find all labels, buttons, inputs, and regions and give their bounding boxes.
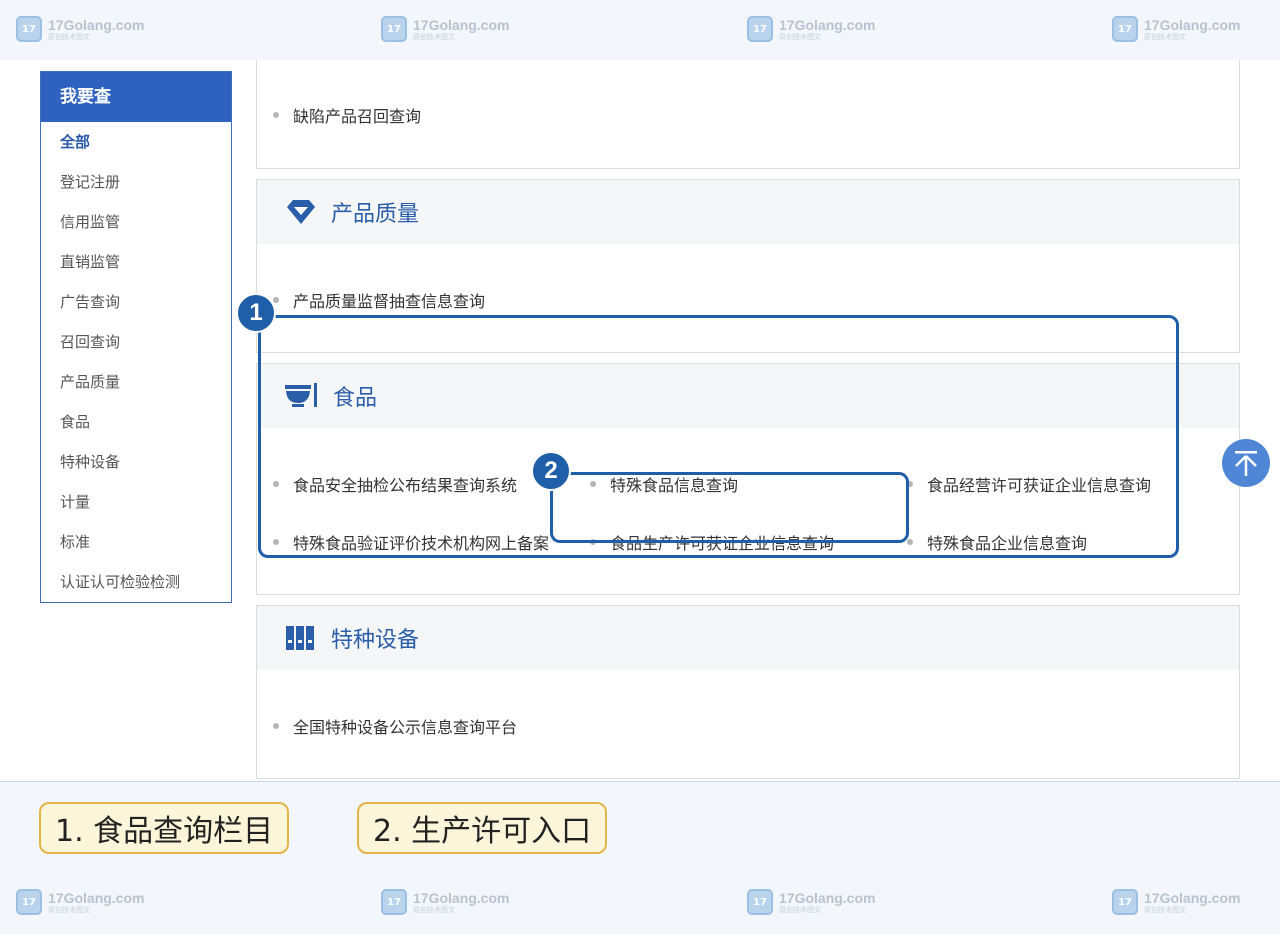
- sidebar-item-recall[interactable]: 召回查询: [41, 322, 231, 362]
- arrow-up-icon: [1235, 451, 1257, 476]
- watermark: 17 17Golang.com 原创技术图文: [747, 16, 875, 42]
- caption-food-section: 1. 食品查询栏目: [39, 802, 290, 854]
- sidebar-title: 我要查: [41, 72, 231, 122]
- bullet-icon: [273, 112, 279, 118]
- sidebar-item-metrology[interactable]: 计量: [41, 482, 231, 522]
- watermark: 17 17Golang.com 原创技术图文: [1112, 889, 1240, 915]
- bullet-icon: [273, 723, 279, 729]
- watermark: 17 17Golang.com 原创技术图文: [381, 16, 509, 42]
- equipment-panel-title: 特种设备: [331, 628, 420, 653]
- equipment-panel: 特种设备 全国特种设备公示信息查询平台: [256, 605, 1240, 779]
- quality-panel: 产品质量 产品质量监督抽查信息查询: [256, 179, 1240, 353]
- bullet-icon: [907, 481, 913, 487]
- link-food-business-license[interactable]: 食品经营许可获证企业信息查询: [907, 472, 1151, 496]
- watermark: 17 17Golang.com 原创技术图文: [1112, 16, 1240, 42]
- watermark-bar-top: 17 17Golang.com 原创技术图文 17 17Golang.com 原创技…: [0, 0, 1280, 60]
- back-to-top-button[interactable]: [1222, 439, 1270, 487]
- watermark-logo-icon: 17: [381, 16, 407, 42]
- watermark: 17 17Golang.com 原创技术图文: [747, 889, 875, 915]
- link-special-food-enterprise[interactable]: 特殊食品企业信息查询: [907, 530, 1087, 554]
- caption-area: 1. 食品查询栏目 2. 生产许可入口 17 17Golang.com 原创技术图…: [0, 781, 1280, 934]
- recall-panel: 缺陷产品召回查询: [256, 60, 1240, 169]
- link-food-safety-sampling[interactable]: 食品安全抽检公布结果查询系统: [273, 472, 517, 496]
- watermark-logo-icon: 17: [1112, 16, 1138, 42]
- food-panel-title: 食品: [333, 386, 378, 411]
- watermark-logo-icon: 17: [747, 16, 773, 42]
- link-quality-inspection[interactable]: 产品质量监督抽查信息查询: [273, 288, 485, 312]
- bullet-icon: [273, 297, 279, 303]
- category-sidebar: 我要查 全部 登记注册 信用监管 直销监管 广告查询 召回查询 产品质量 食品 …: [40, 71, 232, 603]
- food-panel-header: 食品: [257, 364, 1239, 428]
- bullet-icon: [907, 539, 913, 545]
- annotation-badge-2: 2: [531, 451, 571, 491]
- watermark-logo-icon: 17: [747, 889, 773, 915]
- watermark-logo-icon: 17: [16, 16, 42, 42]
- sidebar-item-quality[interactable]: 产品质量: [41, 362, 231, 402]
- link-equipment-public-info[interactable]: 全国特种设备公示信息查询平台: [273, 714, 517, 738]
- binder-icon: [286, 626, 314, 650]
- sidebar-item-ads[interactable]: 广告查询: [41, 282, 231, 322]
- bowl-icon: [285, 383, 317, 407]
- sidebar-list: 全部 登记注册 信用监管 直销监管 广告查询 召回查询 产品质量 食品 特种设备…: [41, 122, 231, 602]
- sidebar-item-certification[interactable]: 认证认可检验检测: [41, 562, 231, 602]
- bullet-icon: [590, 539, 596, 545]
- watermark-logo-icon: 17: [381, 889, 407, 915]
- bullet-icon: [273, 481, 279, 487]
- food-panel: 食品 食品安全抽检公布结果查询系统 特殊食品信息查询 食品经营许可获证企业信息查…: [256, 363, 1240, 595]
- link-special-food-info[interactable]: 特殊食品信息查询: [590, 472, 738, 496]
- equipment-panel-header: 特种设备: [257, 606, 1239, 670]
- link-special-food-institution[interactable]: 特殊食品验证评价技术机构网上备案: [273, 530, 549, 554]
- watermark: 17 17Golang.com 原创技术图文: [16, 16, 144, 42]
- annotation-badge-1: 1: [236, 293, 276, 333]
- caption-production-license: 2. 生产许可入口: [357, 802, 608, 854]
- sidebar-item-food[interactable]: 食品: [41, 402, 231, 442]
- link-defect-recall[interactable]: 缺陷产品召回查询: [273, 103, 421, 127]
- sidebar-item-standards[interactable]: 标准: [41, 522, 231, 562]
- sidebar-item-credit[interactable]: 信用监管: [41, 202, 231, 242]
- quality-panel-title: 产品质量: [331, 202, 420, 227]
- link-food-production-license[interactable]: 食品生产许可获证企业信息查询: [590, 530, 834, 554]
- bullet-icon: [273, 539, 279, 545]
- watermark-logo-icon: 17: [1112, 889, 1138, 915]
- watermark: 17 17Golang.com 原创技术图文: [381, 889, 509, 915]
- sidebar-item-registration[interactable]: 登记注册: [41, 162, 231, 202]
- watermark: 17 17Golang.com 原创技术图文: [16, 889, 144, 915]
- bullet-icon: [590, 481, 596, 487]
- sidebar-item-equipment[interactable]: 特种设备: [41, 442, 231, 482]
- watermark-logo-icon: 17: [16, 889, 42, 915]
- diamond-icon: [287, 200, 315, 224]
- quality-panel-header: 产品质量: [257, 180, 1239, 244]
- sidebar-item-all[interactable]: 全部: [41, 122, 231, 162]
- sidebar-item-direct-sales[interactable]: 直销监管: [41, 242, 231, 282]
